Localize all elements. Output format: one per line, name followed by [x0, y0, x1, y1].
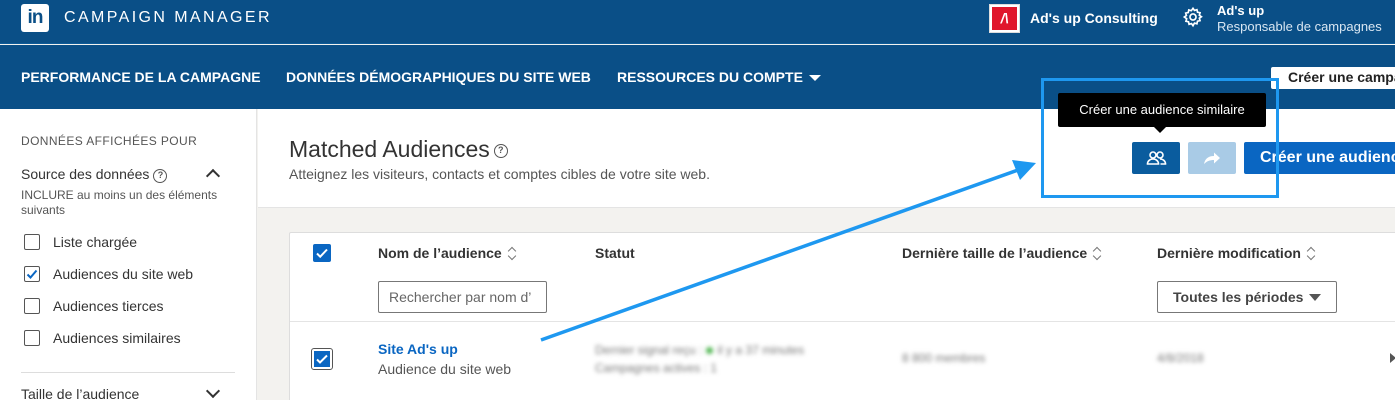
page-subtitle: Atteignez les visiteurs, contacts et com…: [289, 166, 710, 182]
checkbox-third-party-audiences[interactable]: [24, 298, 40, 314]
nav-account-resources[interactable]: RESSOURCES DU COMPTE: [617, 69, 821, 85]
status-last-signal: Dernier signal reçu : il y a 37 minutes: [595, 343, 804, 357]
audiences-table: Nom de l’audience Statut Dernière taille…: [289, 232, 1395, 400]
audience-name-link[interactable]: Site Ad's up: [378, 341, 458, 357]
audience-size-value: 8 800 membres: [902, 351, 986, 365]
option-label: Liste chargée: [53, 234, 138, 250]
chevron-down-icon[interactable]: [205, 383, 221, 399]
column-header-size[interactable]: Dernière taille de l’audience: [902, 245, 1102, 261]
option-label: Audiences similaires: [53, 330, 181, 346]
chevron-up-icon[interactable]: [205, 168, 221, 184]
row-expand-icon[interactable]: [1390, 353, 1395, 363]
help-icon[interactable]: ?: [493, 144, 508, 158]
period-select-value: Toutes les périodes: [1173, 289, 1304, 305]
user-name[interactable]: Ad's up: [1217, 3, 1264, 18]
filter-sidebar: DONNÉES AFFICHÉES POUR Source des donnée…: [0, 109, 257, 400]
sort-icon[interactable]: [508, 246, 517, 260]
status-active-campaigns: Campagnes actives : 1: [595, 361, 718, 375]
period-select[interactable]: Toutes les périodes: [1157, 281, 1337, 313]
checkmark-icon: [26, 269, 38, 279]
select-all-checkbox[interactable]: [313, 244, 331, 262]
checkbox-lookalike-audiences[interactable]: [24, 330, 40, 346]
column-header-label: Nom de l’audience: [378, 245, 502, 261]
caret-down-icon: [808, 75, 821, 82]
nav-performance[interactable]: PERFORMANCE DE LA CAMPAGNE: [21, 69, 261, 85]
column-header-label: Dernière taille de l’audience: [902, 245, 1088, 261]
sort-icon[interactable]: [1307, 246, 1316, 260]
option-label: Audiences du site web: [53, 266, 194, 282]
account-name[interactable]: Ad's up Consulting: [1030, 10, 1158, 26]
column-header-status: Statut: [595, 245, 635, 261]
caret-down-icon: [1309, 294, 1322, 301]
page-title: Matched Audiences?: [289, 136, 508, 163]
sidebar-heading: DONNÉES AFFICHÉES POUR: [21, 134, 198, 148]
account-logo[interactable]: /\: [989, 4, 1020, 33]
create-campaign-button[interactable]: Créer une campa: [1271, 67, 1395, 89]
status-last-signal-time: il y a 37 minutes: [717, 343, 805, 357]
help-icon[interactable]: ?: [153, 169, 168, 183]
sidebar-divider: [21, 372, 235, 373]
modified-date-value: 4/8/2018: [1157, 351, 1204, 365]
audience-size-filter[interactable]: Taille de l’audience: [21, 386, 139, 400]
checkbox-uploaded-list[interactable]: [24, 234, 40, 250]
column-header-modified[interactable]: Dernière modification: [1157, 245, 1316, 261]
page-title-text: Matched Audiences: [289, 136, 490, 162]
nav-demographics[interactable]: DONNÉES DÉMOGRAPHIQUES DU SITE WEB: [286, 69, 591, 85]
column-header-label: Dernière modification: [1157, 245, 1301, 261]
column-header-name[interactable]: Nom de l’audience: [378, 245, 517, 261]
status-dot: [706, 347, 714, 354]
data-source-label[interactable]: Source des données?: [21, 166, 168, 183]
checkmark-icon: [316, 354, 328, 364]
linkedin-logo[interactable]: in: [21, 4, 49, 32]
include-hint: INCLURE au moins un des éléments suivant…: [21, 188, 218, 217]
checkbox-website-audiences[interactable]: [24, 266, 40, 282]
option-label: Audiences tierces: [53, 298, 164, 314]
data-source-text: Source des données: [21, 166, 150, 182]
sort-icon[interactable]: [1093, 246, 1102, 260]
checkmark-icon: [316, 248, 328, 259]
annotation-highlight-box: [1041, 78, 1279, 198]
app-title: CAMPAIGN MANAGER: [64, 9, 272, 26]
row-divider: [290, 321, 1395, 322]
row-checkbox[interactable]: [311, 348, 333, 370]
gear-icon[interactable]: [1182, 6, 1204, 28]
top-bar: in CAMPAIGN MANAGER /\ Ad's up Consultin…: [0, 0, 1395, 44]
audience-search-input[interactable]: [378, 281, 547, 313]
account-logo-mark: /\: [992, 7, 1017, 30]
audience-type: Audience du site web: [378, 361, 512, 377]
nav-account-resources-label: RESSOURCES DU COMPTE: [617, 69, 803, 85]
user-role: Responsable de campagnes: [1217, 19, 1382, 34]
status-last-signal-label: Dernier signal reçu :: [595, 343, 703, 357]
